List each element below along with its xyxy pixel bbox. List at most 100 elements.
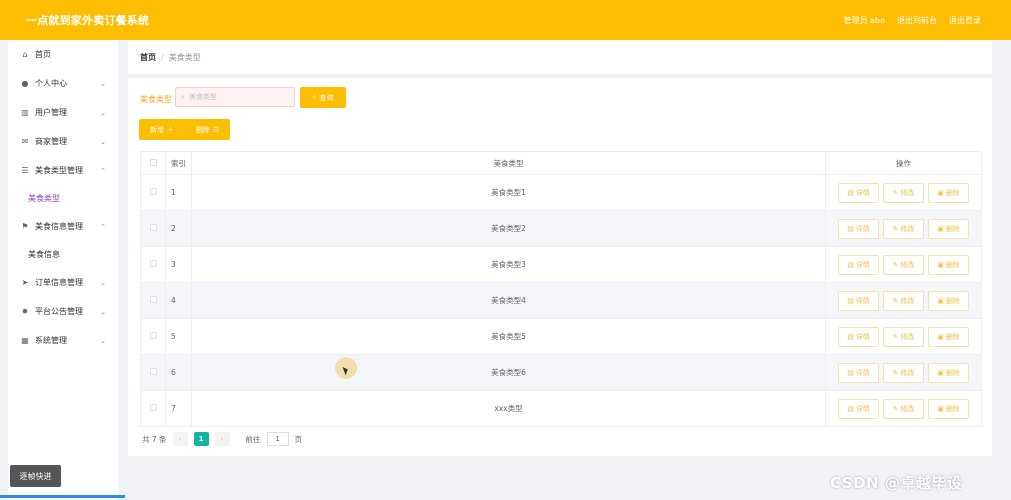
chevron-down-icon: ⌄ xyxy=(100,278,106,287)
sidebar-item-announcements[interactable]: ✹ 平台公告管理 ⌄ xyxy=(8,297,118,326)
row-checkbox[interactable] xyxy=(140,174,166,211)
add-button-label: 新增 xyxy=(150,125,164,134)
goto-page-input[interactable]: 1 xyxy=(266,432,289,446)
back-to-front-link[interactable]: 退出到前台 xyxy=(897,15,937,26)
detail-label: 详情 xyxy=(855,332,870,341)
column-header-index: 索引 xyxy=(165,151,192,175)
edit-button[interactable]: ✎ 修改 xyxy=(883,218,924,239)
pagination: 共 7 条 ‹ 1 › 前往 1 页 xyxy=(142,432,302,446)
detail-button[interactable]: ▤ 详情 xyxy=(838,362,879,383)
trash-icon: ▣ xyxy=(937,368,944,377)
row-index: 3 xyxy=(165,246,192,283)
sidebar-item-profile[interactable]: ● 个人中心 ⌄ xyxy=(8,69,118,98)
detail-icon: ▤ xyxy=(847,296,854,305)
edit-button[interactable]: ✎ 修改 xyxy=(883,254,924,275)
delete-label: 删除 xyxy=(945,260,960,269)
delete-button[interactable]: ▣ 删除 xyxy=(928,182,969,203)
sidebar-item-merchants[interactable]: ✉ 商家管理 ⌄ xyxy=(8,127,118,156)
edit-button[interactable]: ✎ 修改 xyxy=(883,326,924,347)
chevron-down-icon: ⌄ xyxy=(100,307,106,316)
current-page-button[interactable]: 1 xyxy=(193,432,209,446)
goto-suffix: 页 xyxy=(294,434,303,444)
trash-icon: ▣ xyxy=(937,224,944,233)
detail-label: 详情 xyxy=(855,224,870,233)
row-index: 1 xyxy=(165,174,192,211)
row-food-type: 美食类型1 xyxy=(191,174,826,211)
detail-label: 详情 xyxy=(855,188,870,197)
quick-forward-button[interactable]: 逐帧快进 xyxy=(10,465,61,487)
detail-button[interactable]: ▤ 详情 xyxy=(838,218,879,239)
trash-icon: ▣ xyxy=(937,296,944,305)
detail-icon: ▤ xyxy=(847,332,854,341)
search-button[interactable]: ⌕ 查询 xyxy=(300,87,346,108)
batch-delete-button[interactable]: 删除 ☷ xyxy=(185,119,230,140)
delete-label: 删除 xyxy=(945,404,960,413)
chevron-up-icon: ⌃ xyxy=(100,222,106,231)
breadcrumb-home[interactable]: 首页 xyxy=(140,52,156,63)
edit-button[interactable]: ✎ 修改 xyxy=(883,290,924,311)
edit-label: 修改 xyxy=(900,260,915,269)
delete-label: 删除 xyxy=(945,188,960,197)
delete-button[interactable]: ▣ 删除 xyxy=(928,362,969,383)
logout-link[interactable]: 退出登录 xyxy=(949,15,981,26)
flag-icon: ⚑ xyxy=(21,222,29,231)
row-checkbox[interactable] xyxy=(140,246,166,283)
sidebar: ⌂ 首页 ● 个人中心 ⌄ ▥ 用户管理 ⌄ ✉ 商家管理 ⌄ ☰ 美食类型管理… xyxy=(8,40,118,500)
edit-button[interactable]: ✎ 修改 xyxy=(883,398,924,419)
edit-icon: ✎ xyxy=(892,224,899,233)
sidebar-item-label: 个人中心 xyxy=(35,79,67,88)
edit-button[interactable]: ✎ 修改 xyxy=(883,362,924,383)
sidebar-subitem-food-info[interactable]: 美食信息 xyxy=(8,241,118,268)
sidebar-item-food-info-mgmt[interactable]: ⚑ 美食信息管理 ⌃ xyxy=(8,212,118,241)
sidebar-item-label: 商家管理 xyxy=(35,137,67,146)
sidebar-item-users[interactable]: ▥ 用户管理 ⌄ xyxy=(8,98,118,127)
sidebar-item-label: 美食信息管理 xyxy=(35,222,83,231)
detail-button[interactable]: ▤ 详情 xyxy=(838,290,879,311)
chevron-down-icon: ⌄ xyxy=(100,336,106,345)
prev-page-button[interactable]: ‹ xyxy=(172,432,188,446)
detail-button[interactable]: ▤ 详情 xyxy=(838,182,879,203)
detail-button[interactable]: ▤ 详情 xyxy=(838,326,879,347)
delete-button[interactable]: ▣ 删除 xyxy=(928,398,969,419)
edit-button[interactable]: ✎ 修改 xyxy=(883,182,924,203)
select-all-checkbox[interactable] xyxy=(140,151,166,175)
sidebar-item-home[interactable]: ⌂ 首页 xyxy=(8,40,118,69)
detail-button[interactable]: ▤ 详情 xyxy=(838,398,879,419)
delete-button[interactable]: ▣ 删除 xyxy=(928,254,969,275)
sidebar-subitem-food-type[interactable]: 美食类型 xyxy=(8,185,118,212)
row-checkbox[interactable] xyxy=(140,210,166,247)
home-icon: ⌂ xyxy=(22,50,28,59)
table-header-row: 索引 美食类型 操作 xyxy=(140,151,982,175)
next-page-button[interactable]: › xyxy=(214,432,230,446)
search-input[interactable]: ⌕ 美食类型 xyxy=(175,87,295,107)
row-checkbox[interactable] xyxy=(140,318,166,355)
sidebar-item-food-type-mgmt[interactable]: ☰ 美食类型管理 ⌃ xyxy=(8,156,118,185)
row-food-type: 美食类型6 xyxy=(191,354,826,391)
table-row: 2 美食类型2 ▤ 详情 ✎ 修改 ▣ 删除 xyxy=(140,210,982,247)
detail-label: 详情 xyxy=(855,260,870,269)
breadcrumb-current: 美食类型 xyxy=(168,52,201,62)
row-checkbox[interactable] xyxy=(140,390,166,427)
detail-button[interactable]: ▤ 详情 xyxy=(838,254,879,275)
row-checkbox[interactable] xyxy=(140,354,166,391)
add-button[interactable]: 新增 ＋ xyxy=(139,119,185,140)
watermark: CSDN @卓越毕设 xyxy=(830,474,963,492)
chevron-down-icon: ⌄ xyxy=(100,79,106,88)
row-actions: ▤ 详情 ✎ 修改 ▣ 删除 xyxy=(825,246,982,283)
delete-button[interactable]: ▣ 删除 xyxy=(928,218,969,239)
food-type-table: 索引 美食类型 操作 1 美食类型1 ▤ 详情 ✎ 修改 ▣ 删除 2 美食类型2 ▤… xyxy=(140,151,982,427)
row-food-type: 美食类型4 xyxy=(191,282,826,319)
chevron-up-icon: ⌃ xyxy=(100,166,106,175)
sidebar-item-system[interactable]: ▦ 系统管理 ⌄ xyxy=(8,326,118,355)
detail-label: 详情 xyxy=(855,368,870,377)
search-icon: ⌕ xyxy=(312,93,317,101)
sidebar-item-orders[interactable]: ➤ 订单信息管理 ⌄ xyxy=(8,268,118,297)
sidebar-item-label: 平台公告管理 xyxy=(35,307,83,316)
delete-button[interactable]: ▣ 删除 xyxy=(928,290,969,311)
row-checkbox[interactable] xyxy=(140,282,166,319)
delete-button[interactable]: ▣ 删除 xyxy=(928,326,969,347)
column-header-type: 美食类型 xyxy=(191,151,826,175)
delete-label: 删除 xyxy=(945,224,960,233)
chevron-down-icon: ⌄ xyxy=(100,137,106,146)
row-index: 4 xyxy=(165,282,192,319)
